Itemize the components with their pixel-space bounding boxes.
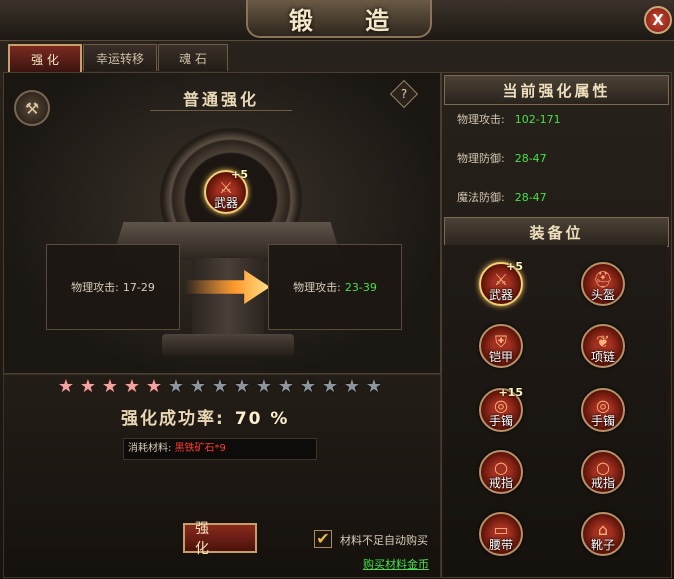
slot-level: +5 xyxy=(506,260,523,273)
forge-item-slot[interactable]: ⚔ +5 武器 xyxy=(204,168,248,214)
success-rate-label: 强化成功率: xyxy=(121,409,225,429)
success-rate: 强化成功率: 70 % xyxy=(121,404,289,429)
window-title: 锻 造 xyxy=(288,5,412,35)
buy-material-link[interactable]: 购买材料金币 xyxy=(363,556,429,572)
attr-value: 28-47 xyxy=(514,191,547,204)
tab-strengthen[interactable]: 强 化 xyxy=(8,44,82,74)
equip-slot-helmet[interactable]: ⛑ 头盔 xyxy=(581,262,625,306)
title-plate: 锻 造 xyxy=(246,0,432,38)
slot-level: +15 xyxy=(498,386,523,399)
tab-luck-transfer[interactable]: 幸运转移 xyxy=(83,44,157,71)
hammer-icon: ⚒ xyxy=(14,90,50,126)
star-icon: ★ xyxy=(79,376,97,397)
attr-row: 魔法防御: 28-47 xyxy=(457,189,547,205)
equip-slot-necklace[interactable]: ❦ 项链 xyxy=(581,324,625,368)
star-icon: ★ xyxy=(123,376,141,397)
tab-label: 强 化 xyxy=(31,52,59,67)
section-title: 普通强化 xyxy=(150,86,292,111)
attr-value: 28-47 xyxy=(514,152,547,165)
bracelet-icon: ◎ xyxy=(596,396,610,415)
star-icon: ★ xyxy=(277,376,295,397)
equip-slot-ring-left[interactable]: ○ 戒指 xyxy=(479,450,523,494)
star-icon: ★ xyxy=(255,376,273,397)
helmet-icon: ⛑ xyxy=(592,270,614,289)
star-icon: ★ xyxy=(233,376,251,397)
close-button[interactable]: X xyxy=(644,6,672,34)
current-stat-value: 17-29 xyxy=(122,280,155,294)
equipment-grid xyxy=(444,245,667,575)
next-stat-box: 物理攻击: 23-39 xyxy=(268,244,402,330)
star-icon: ★ xyxy=(57,376,75,397)
material-label: 消耗材料: xyxy=(128,443,172,454)
auto-buy-checkbox[interactable]: ✔ xyxy=(314,530,332,548)
next-stat-value: 23-39 xyxy=(344,280,377,294)
equip-slot-bracelet-left[interactable]: ◎ +15 手镯 xyxy=(479,386,523,432)
equip-slot-armor[interactable]: ⛨ 铠甲 xyxy=(479,324,523,368)
close-icon: X xyxy=(652,11,664,29)
auto-buy-label: 材料不足自动购买 xyxy=(340,534,428,547)
star-icon: ★ xyxy=(211,376,229,397)
star-icon: ★ xyxy=(145,376,163,397)
strengthen-button[interactable]: 强 化 xyxy=(183,521,257,557)
tab-label: 幸运转移 xyxy=(95,51,144,66)
necklace-icon: ❦ xyxy=(596,332,610,351)
tab-soul-stone[interactable]: 魂 石 xyxy=(158,44,228,71)
success-rate-value: 70 % xyxy=(234,409,290,429)
equipment-header: 装备位 xyxy=(444,217,669,247)
armor-icon: ⛨ xyxy=(494,332,507,351)
star-icon: ★ xyxy=(321,376,339,397)
attr-label: 魔法防御: xyxy=(457,191,505,204)
attr-label: 物理防御: xyxy=(457,152,505,165)
equip-slot-weapon[interactable]: ⚔ +5 武器 xyxy=(479,260,523,306)
current-stat-box: 物理攻击: 17-29 xyxy=(46,244,180,330)
next-stat-label: 物理攻击: xyxy=(293,281,341,294)
star-rating: ★ ★ ★ ★ ★ ★ ★ ★ ★ ★ ★ ★ ★ ★ ★ xyxy=(57,378,383,396)
star-icon: ★ xyxy=(101,376,119,397)
star-icon: ★ xyxy=(299,376,317,397)
equip-slot-belt[interactable]: ▭ 腰带 xyxy=(479,512,523,556)
star-icon: ★ xyxy=(343,376,361,397)
material-name: 黑铁矿石*9 xyxy=(174,443,226,454)
star-icon: ★ xyxy=(365,376,383,397)
equip-slot-ring-right[interactable]: ○ 戒指 xyxy=(581,450,625,494)
attr-row: 物理防御: 28-47 xyxy=(457,150,547,166)
item-level: +5 xyxy=(231,168,248,181)
belt-icon: ▭ xyxy=(493,520,509,539)
star-icon: ★ xyxy=(167,376,185,397)
tab-label: 魂 石 xyxy=(179,51,207,66)
material-cost: 消耗材料: 黑铁矿石*9 xyxy=(123,438,317,460)
attr-value: 102-171 xyxy=(514,113,561,126)
equip-slot-bracelet-right[interactable]: ◎ 手镯 xyxy=(581,388,625,432)
title-bar: 锻 造 X xyxy=(0,0,674,41)
equip-slot-boots[interactable]: ⌂ 靴子 xyxy=(581,512,625,556)
attr-row: 物理攻击: 102-171 xyxy=(457,111,561,127)
boots-icon: ⌂ xyxy=(597,520,609,539)
help-icon: ? xyxy=(400,87,408,101)
star-icon: ★ xyxy=(189,376,207,397)
current-stat-label: 物理攻击: xyxy=(71,281,119,294)
attributes-header: 当前强化属性 xyxy=(444,75,669,105)
ring-icon: ○ xyxy=(596,458,610,477)
ring-icon: ○ xyxy=(494,458,508,477)
checkmark-icon: ✔ xyxy=(316,529,330,548)
anvil-foot xyxy=(162,334,294,356)
attr-label: 物理攻击: xyxy=(457,113,505,126)
